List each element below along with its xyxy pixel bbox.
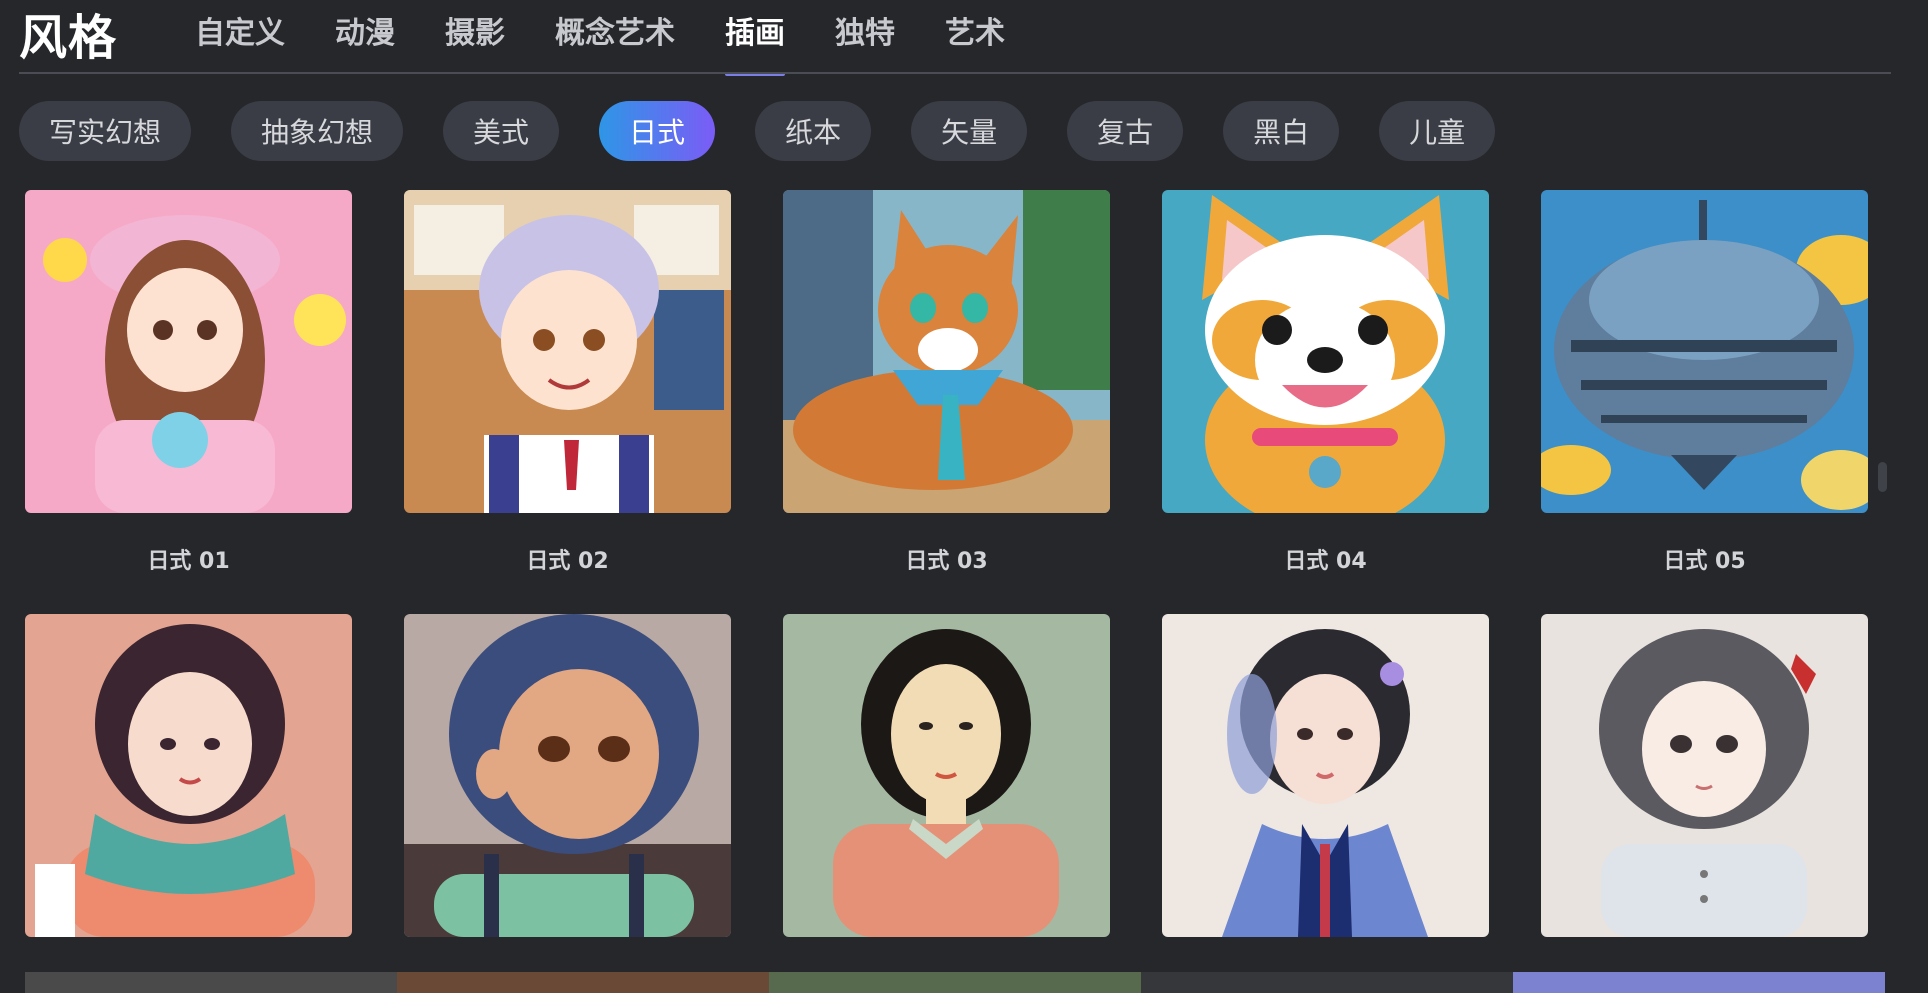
page-title: 风格 bbox=[19, 10, 118, 66]
chip-vector[interactable]: 矢量 bbox=[911, 101, 1028, 161]
anime-cat-tie-thumbnail bbox=[783, 190, 1110, 513]
header: 风格 自定义 动漫 摄影 概念艺术 插画 独特 艺术 bbox=[0, 0, 1928, 76]
style-card[interactable]: 日式 03 bbox=[783, 190, 1110, 575]
category-tabs: 自定义 动漫 摄影 概念艺术 插画 独特 艺术 bbox=[195, 8, 1055, 76]
tab-illustration[interactable]: 插画 bbox=[725, 8, 785, 76]
tab-art[interactable]: 艺术 bbox=[945, 8, 1005, 68]
style-card-label: 日式 03 bbox=[905, 549, 988, 574]
preview-thumb bbox=[1513, 972, 1885, 993]
style-card-label: 日式 04 bbox=[1284, 549, 1367, 574]
tab-custom[interactable]: 自定义 bbox=[195, 8, 285, 68]
header-divider bbox=[19, 72, 1891, 74]
chip-retro[interactable]: 复古 bbox=[1067, 101, 1184, 161]
anime-boy-silver-hair-thumbnail bbox=[404, 190, 731, 513]
preview-thumb bbox=[25, 972, 397, 993]
style-card[interactable] bbox=[404, 614, 731, 937]
style-card[interactable] bbox=[1162, 614, 1489, 937]
tab-unique[interactable]: 独特 bbox=[835, 8, 895, 68]
style-card-label: 日式 02 bbox=[526, 549, 609, 574]
style-card-label: 日式 01 bbox=[147, 549, 230, 574]
tab-concept-art[interactable]: 概念艺术 bbox=[555, 8, 675, 68]
style-card-label: 日式 05 bbox=[1663, 549, 1746, 574]
style-card[interactable]: 日式 05 bbox=[1541, 190, 1868, 575]
chip-japanese[interactable]: 日式 bbox=[599, 101, 716, 161]
style-card[interactable]: 日式 01 bbox=[25, 190, 352, 575]
chip-abstract-fantasy[interactable]: 抽象幻想 bbox=[231, 101, 404, 161]
girl-teal-scarf-thumbnail bbox=[25, 614, 352, 937]
steampunk-airship-thumbnail bbox=[1541, 190, 1868, 513]
scrollbar-thumb[interactable] bbox=[1878, 462, 1887, 492]
tab-photography[interactable]: 摄影 bbox=[445, 8, 505, 68]
chip-paper[interactable]: 纸本 bbox=[755, 101, 872, 161]
preview-thumb bbox=[1141, 972, 1513, 993]
style-card[interactable] bbox=[25, 614, 352, 937]
woman-flat-portrait-thumbnail bbox=[783, 614, 1110, 937]
style-filter-chips: 写实幻想 抽象幻想 美式 日式 纸本 矢量 复古 黑白 儿童 bbox=[19, 101, 1535, 161]
anime-girl-pink-hat-thumbnail bbox=[25, 190, 352, 513]
style-card[interactable]: 日式 02 bbox=[404, 190, 731, 575]
style-card[interactable] bbox=[1541, 614, 1868, 937]
chip-black-white[interactable]: 黑白 bbox=[1223, 101, 1340, 161]
girl-navy-hair-thumbnail bbox=[404, 614, 731, 937]
girl-pencil-sketch-thumbnail bbox=[1541, 614, 1868, 937]
shiba-dog-cartoon-thumbnail bbox=[1162, 190, 1489, 513]
chip-realistic-fantasy[interactable]: 写实幻想 bbox=[19, 101, 192, 161]
chip-children[interactable]: 儿童 bbox=[1379, 101, 1496, 161]
chip-american[interactable]: 美式 bbox=[443, 101, 560, 161]
preview-thumb bbox=[769, 972, 1141, 993]
style-card[interactable]: 日式 04 bbox=[1162, 190, 1489, 575]
tab-anime[interactable]: 动漫 bbox=[335, 8, 395, 68]
girl-kimono-watercolor-thumbnail bbox=[1162, 614, 1489, 937]
style-card[interactable] bbox=[783, 614, 1110, 937]
preview-thumb bbox=[397, 972, 769, 993]
next-row-preview bbox=[25, 972, 1885, 993]
